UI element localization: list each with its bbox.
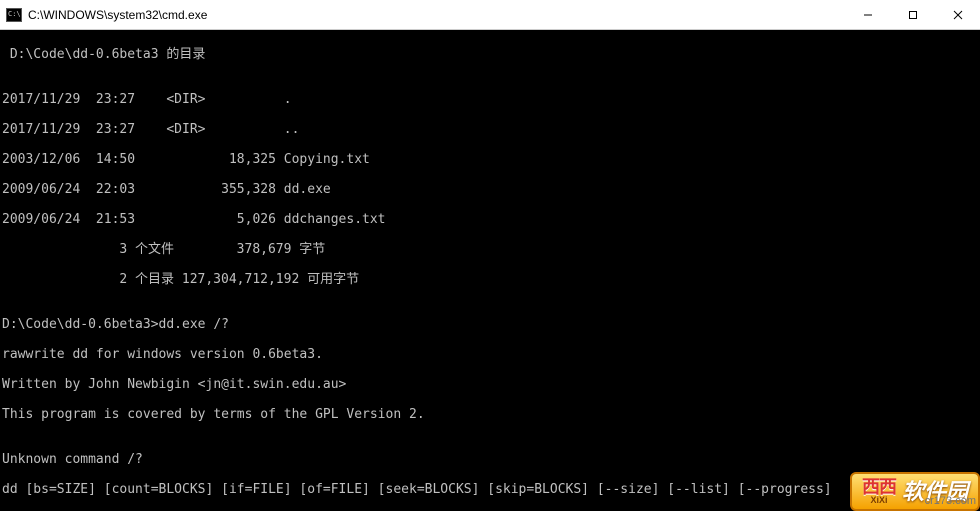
watermark-logo-pinyin: XiXi	[870, 496, 887, 505]
output-line: This program is covered by terms of the …	[2, 407, 976, 422]
titlebar-left: C:\WINDOWS\system32\cmd.exe	[0, 8, 207, 22]
titlebar-controls	[845, 0, 980, 29]
maximize-icon	[908, 10, 918, 20]
dir-header-line: D:\Code\dd-0.6beta3 的目录	[2, 47, 976, 62]
dir-summary-line: 2 个目录 127,304,712,192 可用字节	[2, 272, 976, 287]
dir-summary-line: 3 个文件 378,679 字节	[2, 242, 976, 257]
dir-entry-line: 2017/11/29 23:27 <DIR> ..	[2, 122, 976, 137]
prompt-line: D:\Code\dd-0.6beta3>dd.exe /?	[2, 317, 976, 332]
titlebar[interactable]: C:\WINDOWS\system32\cmd.exe	[0, 0, 980, 30]
close-button[interactable]	[935, 0, 980, 29]
maximize-button[interactable]	[890, 0, 935, 29]
window-title: C:\WINDOWS\system32\cmd.exe	[28, 8, 207, 22]
minimize-button[interactable]	[845, 0, 890, 29]
watermark-domain: cr173.com	[925, 494, 976, 509]
cmd-icon	[6, 8, 22, 22]
dir-entry-line: 2017/11/29 23:27 <DIR> .	[2, 92, 976, 107]
dir-entry-line: 2003/12/06 14:50 18,325 Copying.txt	[2, 152, 976, 167]
dir-entry-line: 2009/06/24 21:53 5,026 ddchanges.txt	[2, 212, 976, 227]
close-icon	[953, 10, 963, 20]
output-line: Unknown command /?	[2, 452, 976, 467]
minimize-icon	[863, 10, 873, 20]
dir-entry-line: 2009/06/24 22:03 355,328 dd.exe	[2, 182, 976, 197]
output-line: rawwrite dd for windows version 0.6beta3…	[2, 347, 976, 362]
usage-line: dd [bs=SIZE] [count=BLOCKS] [if=FILE] [o…	[2, 482, 976, 497]
cmd-window: C:\WINDOWS\system32\cmd.exe D:\Code\dd-0…	[0, 0, 980, 511]
terminal-area[interactable]: D:\Code\dd-0.6beta3 的目录 2017/11/29 23:27…	[0, 30, 980, 511]
output-line: Written by John Newbigin <jn@it.swin.edu…	[2, 377, 976, 392]
